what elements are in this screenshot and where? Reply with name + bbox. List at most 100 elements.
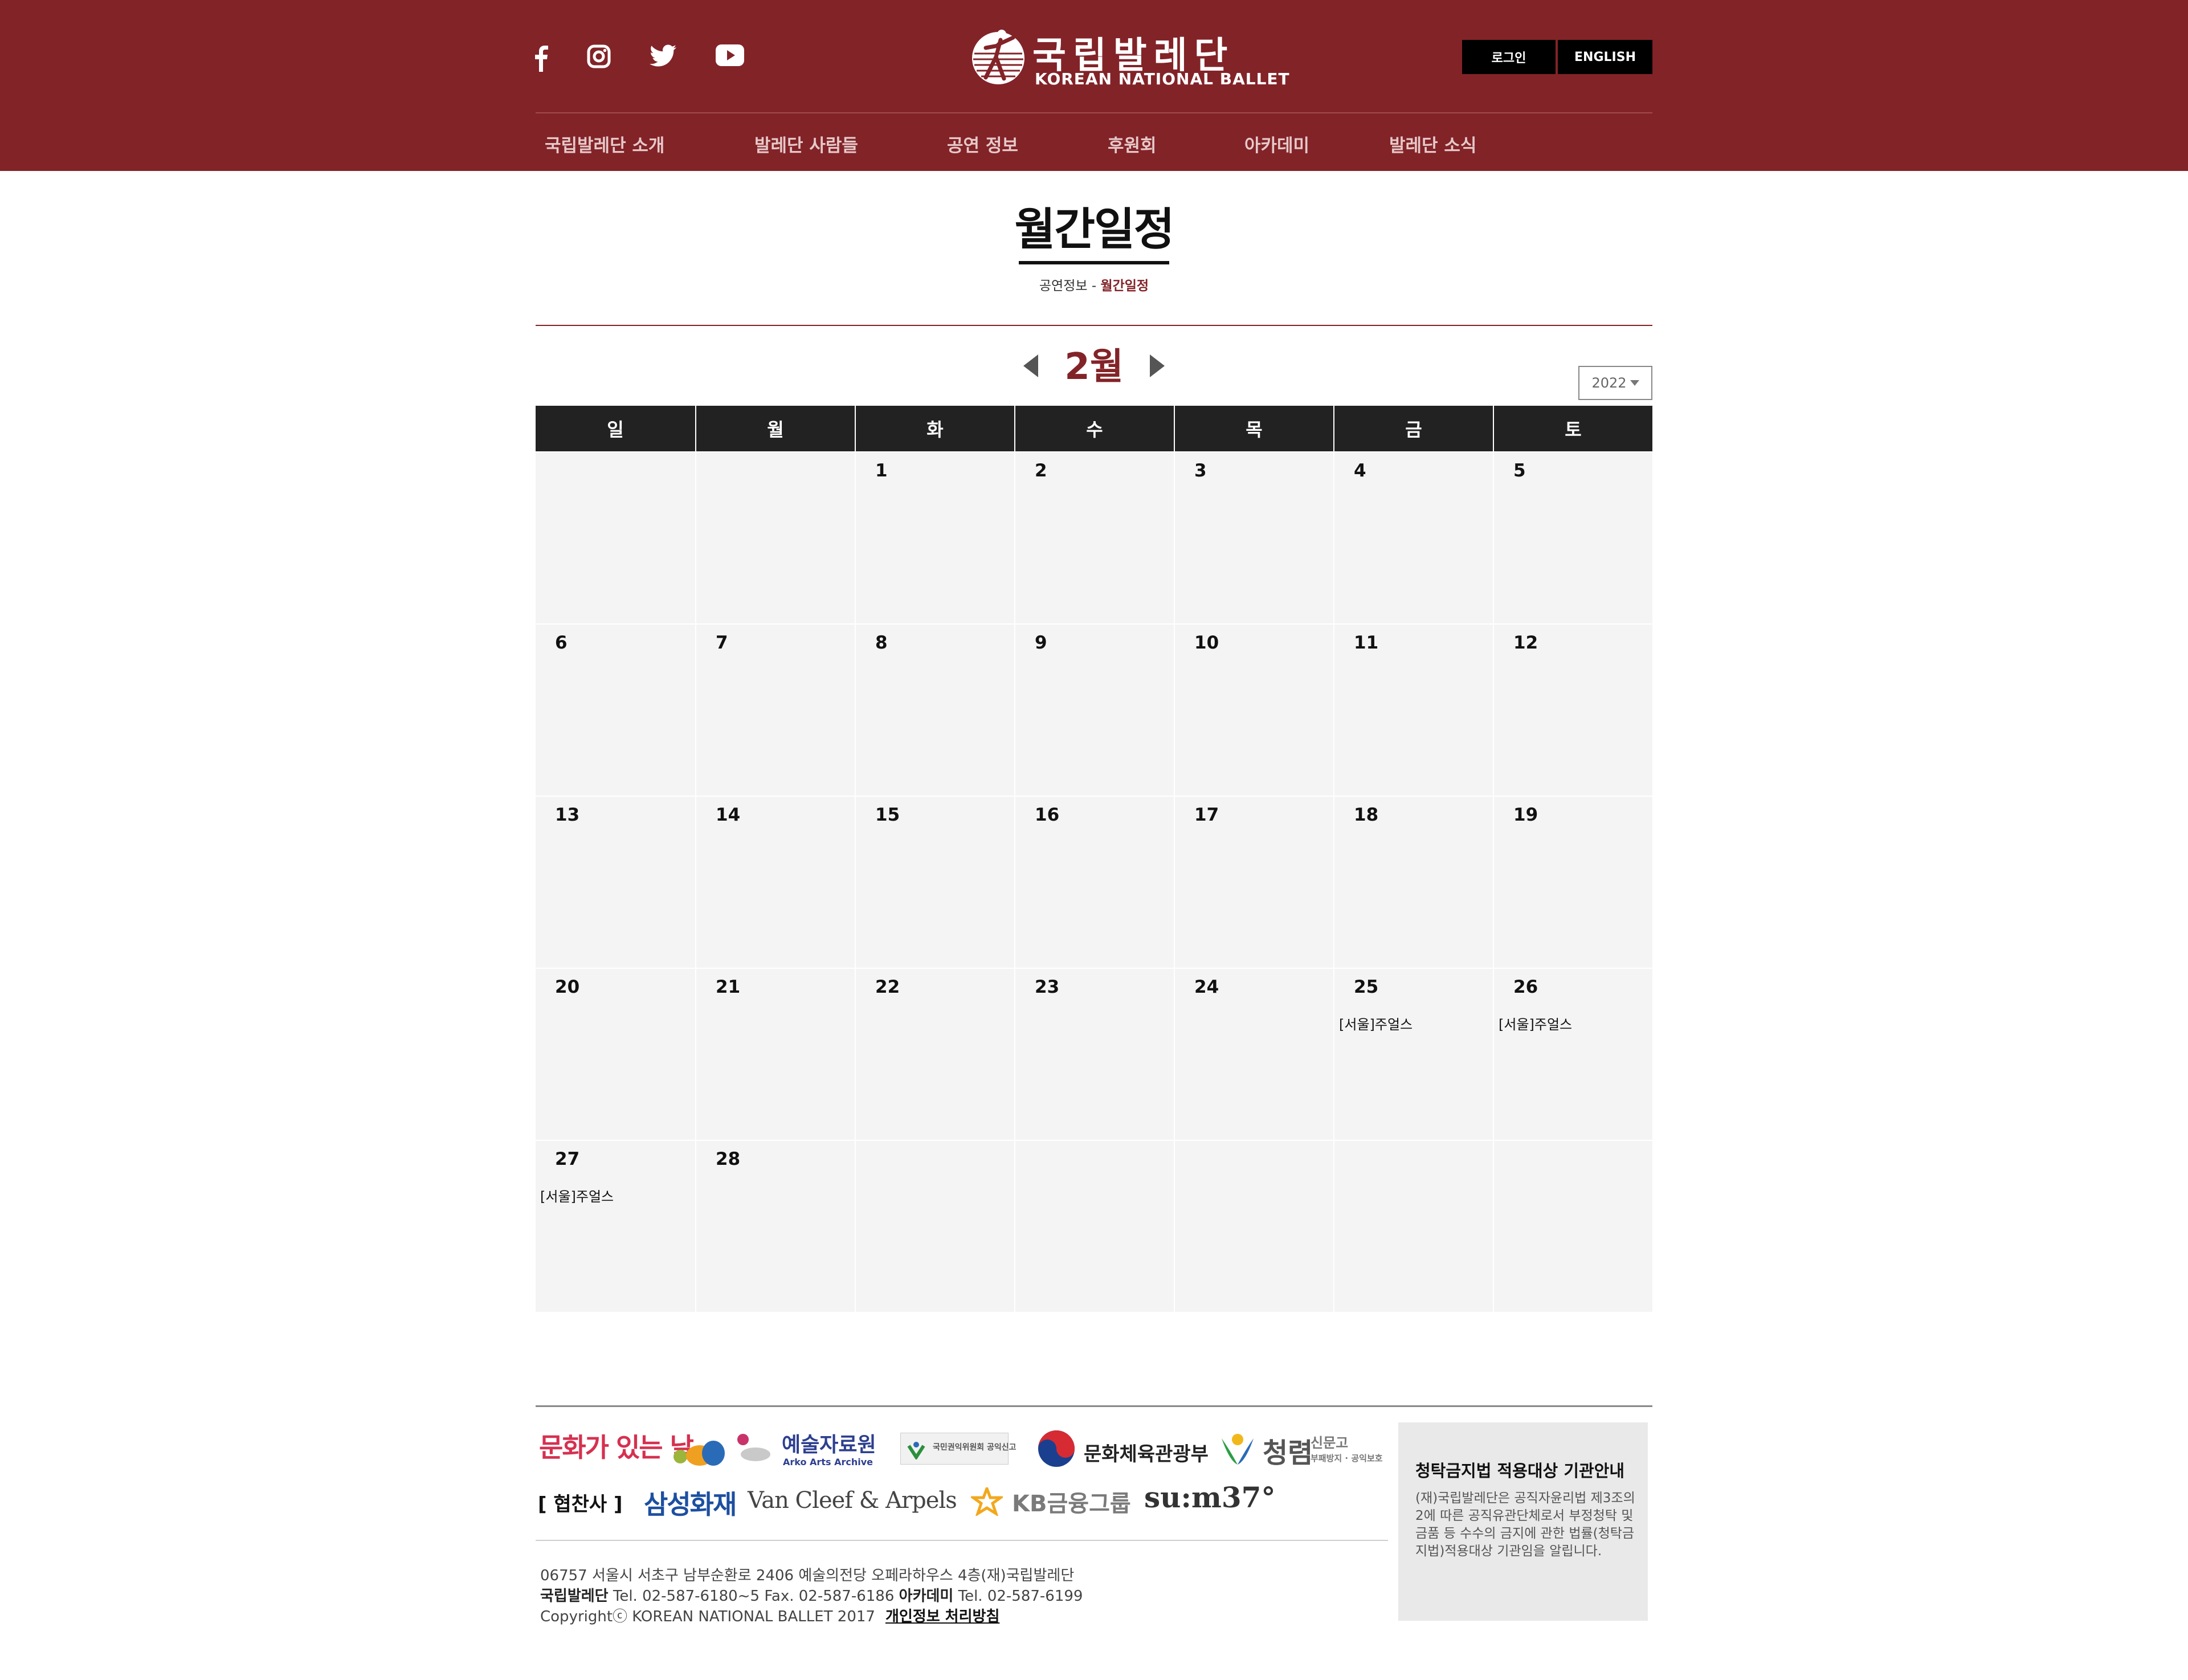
- clean-sub-label: 부패방지 · 공익보호: [1311, 1453, 1383, 1463]
- privacy-policy-link[interactable]: 개인정보 처리방침: [885, 1608, 999, 1625]
- calendar-day-cell: 14: [695, 797, 855, 968]
- calendar-day-cell: 21: [695, 969, 855, 1140]
- calendar-day-cell: 4: [1333, 452, 1493, 623]
- instagram-icon: [587, 44, 611, 68]
- day-number: 3: [1194, 460, 1207, 481]
- youtube-link[interactable]: [716, 44, 744, 66]
- year-select[interactable]: 2022: [1578, 366, 1652, 400]
- day-number: 5: [1513, 460, 1526, 481]
- calendar-event-link[interactable]: [서울]주얼스: [540, 1185, 614, 1205]
- calendar-day-cell: 25 [서울]주얼스: [1333, 969, 1493, 1140]
- calendar-day-cell: 1: [855, 452, 1014, 623]
- calendar-day-cell: 17: [1174, 797, 1333, 968]
- contact-academy: Tel. 02-587-6199: [953, 1588, 1083, 1605]
- calendar-week-row: 6 7 8 9 10 11 12: [536, 623, 1652, 796]
- acrc-whistleblow-logo[interactable]: 국민권익위원회 공익신고: [900, 1433, 1017, 1465]
- title-underline: [1019, 261, 1169, 264]
- calendar-day-cell: 26 [서울]주얼스: [1493, 969, 1652, 1140]
- calendar-week-row: 20 21 22 23 24 25 [서울]주얼스 26 [서울]주얼스: [536, 968, 1652, 1140]
- day-number: 9: [1035, 633, 1047, 653]
- calendar-empty-cell: [1174, 1141, 1333, 1312]
- site-logo[interactable]: 국립발레단 KOREAN NATIONAL BALLET: [969, 23, 1289, 91]
- calendar-week-row: 27 [서울]주얼스 28: [536, 1140, 1652, 1312]
- sinmungo-label: 신문고: [1311, 1435, 1349, 1451]
- dropdown-arrow-icon: [1630, 380, 1639, 386]
- mcst-logo[interactable]: 문화체육관광부: [1037, 1429, 1209, 1470]
- day-number: 15: [875, 805, 900, 825]
- next-month-arrow-icon[interactable]: [1150, 354, 1165, 377]
- weekday-fri: 금: [1333, 406, 1493, 451]
- nav-academy[interactable]: 아카데미: [1244, 131, 1309, 157]
- twitter-link[interactable]: [650, 44, 677, 67]
- calendar-empty-cell: [695, 452, 855, 623]
- calendar-day-cell: 6: [536, 625, 695, 796]
- kb-financial-logo[interactable]: KB금융그룹: [1012, 1485, 1131, 1518]
- calendar-day-cell: 16: [1014, 797, 1174, 968]
- taegeuk-icon: [1038, 1430, 1075, 1467]
- sum37-logo[interactable]: su:m37°: [1144, 1481, 1275, 1514]
- calendar-day-cell: 24: [1174, 969, 1333, 1140]
- nav-people[interactable]: 발레단 사람들: [754, 131, 858, 157]
- calendar-day-cell: 2: [1014, 452, 1174, 623]
- day-number: 7: [716, 633, 728, 653]
- breadcrumb-current: 월간일정: [1100, 279, 1149, 293]
- van-cleef-logo[interactable]: Van Cleef & Arpels: [748, 1487, 957, 1514]
- culture-day-logo[interactable]: 문화가 있는 날: [539, 1427, 694, 1465]
- facebook-link[interactable]: [533, 44, 548, 72]
- weekday-tue: 화: [855, 406, 1014, 451]
- calendar-weekday-header: 일 월 화 수 목 금 토: [536, 406, 1652, 451]
- nav-sponsors[interactable]: 후원회: [1108, 131, 1157, 157]
- calendar-empty-cell: [1014, 1141, 1174, 1312]
- instagram-link[interactable]: [587, 44, 611, 68]
- clean-leaf-icon: [1222, 1434, 1254, 1465]
- footer-contact: 국립발레단 Tel. 02-587-6180~5 Fax. 02-587-618…: [540, 1584, 1083, 1605]
- calendar-day-cell: 15: [855, 797, 1014, 968]
- nav-performance[interactable]: 공연 정보: [947, 131, 1018, 157]
- nav-about[interactable]: 국립발레단 소개: [545, 131, 664, 157]
- calendar-day-cell: 8: [855, 625, 1014, 796]
- samsung-fire-logo[interactable]: 삼성화재: [644, 1484, 737, 1522]
- anti-graft-notice: 청탁금지법 적용대상 기관안내 (재)국립발레단은 공직자윤리법 제3조의2에 …: [1398, 1422, 1648, 1621]
- day-number: 4: [1354, 460, 1366, 481]
- clean-sinmungo-logo[interactable]: 청렴 신문고 부패방지 · 공익보호: [1217, 1426, 1388, 1471]
- calendar-day-cell: 23: [1014, 969, 1174, 1140]
- nav-news[interactable]: 발레단 소식: [1389, 131, 1476, 157]
- calendar-empty-cell: [1493, 1141, 1652, 1312]
- arko-archive-logo[interactable]: 예술자료원 Arko Arts Archive: [671, 1428, 876, 1474]
- login-button[interactable]: 로그인: [1462, 40, 1556, 74]
- calendar-day-cell: 7: [695, 625, 855, 796]
- breadcrumb-parent[interactable]: 공연정보: [1039, 279, 1088, 293]
- weekday-sun: 일: [536, 406, 695, 451]
- calendar-day-cell: 27 [서울]주얼스: [536, 1141, 695, 1312]
- weekday-wed: 수: [1014, 406, 1174, 451]
- english-button[interactable]: ENGLISH: [1558, 40, 1652, 74]
- footer-copyright-line: Copyrightⓒ KOREAN NATIONAL BALLET 2017 개인…: [540, 1605, 999, 1626]
- footer-divider: [536, 1405, 1652, 1407]
- day-number: 1: [875, 460, 888, 481]
- day-number: 17: [1194, 805, 1219, 825]
- calendar-event-link[interactable]: [서울]주얼스: [1339, 1013, 1413, 1033]
- facebook-icon: [535, 46, 548, 72]
- mcst-label: 문화체육관광부: [1084, 1443, 1209, 1466]
- calendar-body: 1 2 3 4 5 6 7 8 9 10 11 12 13 14 15 16 17 18 19 20 21 22 23 24 2…: [536, 451, 1652, 1312]
- day-number: 20: [555, 977, 580, 997]
- day-number: 28: [716, 1149, 741, 1169]
- sponsor-label: [ 협찬사 ]: [538, 1493, 623, 1516]
- title-divider: [536, 325, 1652, 326]
- calendar-event-link[interactable]: [서울]주얼스: [1499, 1013, 1572, 1033]
- day-number: 11: [1354, 633, 1379, 653]
- calendar-day-cell: 22: [855, 969, 1014, 1140]
- day-number: 23: [1035, 977, 1060, 997]
- prev-month-arrow-icon[interactable]: [1023, 354, 1038, 377]
- day-number: 6: [555, 633, 568, 653]
- day-number: 24: [1194, 977, 1219, 997]
- acrc-label: 국민권익위원회 공익신고: [933, 1443, 1017, 1452]
- calendar-day-cell: 20: [536, 969, 695, 1140]
- calendar-day-cell: 9: [1014, 625, 1174, 796]
- calendar-day-cell: 18: [1333, 797, 1493, 968]
- calendar-day-cell: 19: [1493, 797, 1652, 968]
- calendar-day-cell: 28: [695, 1141, 855, 1312]
- youtube-icon: [716, 44, 744, 66]
- calendar-empty-cell: [855, 1141, 1014, 1312]
- footer-inner-divider: [536, 1540, 1388, 1541]
